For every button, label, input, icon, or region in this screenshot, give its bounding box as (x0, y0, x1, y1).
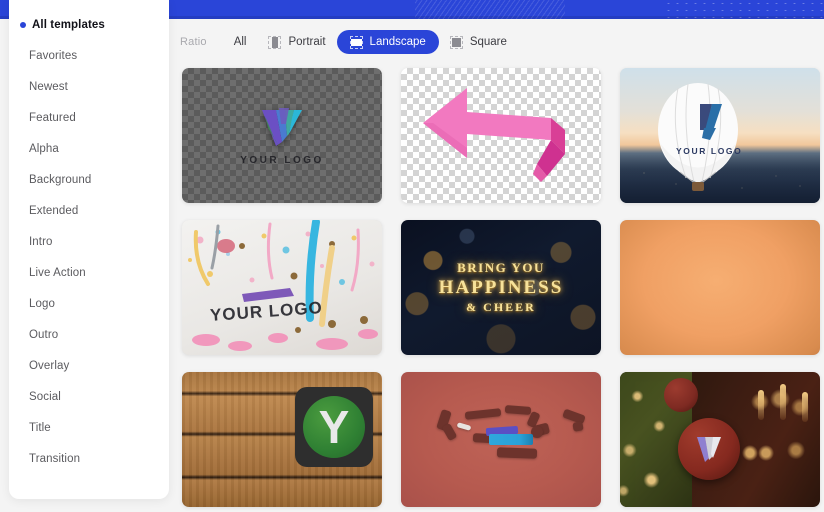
sidebar-item-label: Featured (29, 111, 76, 124)
sidebar-item-live-action[interactable]: Live Action (9, 257, 169, 288)
blue-accent-bar (489, 434, 533, 445)
pink-arrow-icon (419, 82, 579, 199)
sidebar-item-label: Title (29, 421, 51, 434)
ornament-small (664, 378, 698, 412)
v-logo-icon (259, 106, 305, 148)
template-card-red-sticks[interactable] (401, 372, 601, 507)
sidebar-item-label: Transition (29, 452, 81, 465)
confetti-decoration (188, 220, 378, 351)
template-grid: YOUR LOGO YOUR LOGO YOUR LOGO BRING YOU … (182, 68, 824, 507)
sidebar-item-label: Logo (29, 297, 55, 310)
template-card-orange-gradient[interactable] (620, 220, 820, 355)
orange-backdrop (620, 220, 820, 355)
sidebar-item-outro[interactable]: Outro (9, 319, 169, 350)
landscape-frame-icon (349, 35, 363, 49)
badge-tile: Y (295, 387, 373, 467)
template-card-confetti[interactable]: YOUR LOGO (182, 220, 382, 355)
active-dot-icon (20, 21, 26, 28)
portrait-frame-icon (268, 35, 282, 49)
sidebar-item-label: All templates (32, 18, 105, 31)
sidebar-item-label: Alpha (29, 142, 59, 155)
sidebar-item-title[interactable]: Title (9, 412, 169, 443)
sidebar-item-favorites[interactable]: Favorites (9, 40, 169, 71)
sidebar-item-label: Outro (29, 328, 59, 341)
ratio-chip-label: Portrait (288, 36, 326, 48)
sidebar-item-label: Extended (29, 204, 79, 217)
scatter-object (496, 447, 538, 459)
template-card-pink-arrow[interactable] (401, 68, 601, 203)
ratio-chip-all[interactable]: All (223, 30, 258, 54)
sidebar-item-label: Background (29, 173, 92, 186)
ornament-main (678, 418, 740, 480)
balloon-illustration (658, 83, 738, 191)
sidebar-item-label: Overlay (29, 359, 70, 372)
card-caption: YOUR LOGO (240, 154, 324, 166)
sidebar-item-alpha[interactable]: Alpha (9, 133, 169, 164)
sidebar-item-intro[interactable]: Intro (9, 226, 169, 257)
card-content: YOUR LOGO (182, 68, 382, 203)
template-card-hot-air-balloon[interactable]: YOUR LOGO (620, 68, 820, 203)
candle-light (802, 392, 808, 422)
candle-light (758, 390, 764, 420)
title-line-1: BRING YOU (457, 260, 545, 275)
sidebar-item-label: Newest (29, 80, 68, 93)
ratio-chip-label: Square (469, 36, 507, 48)
template-card-happiness[interactable]: BRING YOU HAPPINESS & CHEER (401, 220, 601, 355)
ratio-chip-square[interactable]: Square (439, 30, 518, 54)
ratio-filter-bar: Ratio All Portrait Landscape Square (180, 29, 518, 55)
card-caption: YOUR LOGO (676, 146, 743, 156)
template-card-alpha-logo[interactable]: YOUR LOGO (182, 68, 382, 203)
sidebar-item-label: Social (29, 390, 61, 403)
sidebar-item-transition[interactable]: Transition (9, 443, 169, 474)
ratio-chip-label: Landscape (369, 36, 426, 48)
sidebar-item-all-templates[interactable]: All templates (9, 9, 169, 40)
sidebar-item-overlay[interactable]: Overlay (9, 350, 169, 381)
candle-light (780, 384, 786, 420)
ratio-filter-label: Ratio (180, 36, 207, 48)
sidebar-item-social[interactable]: Social (9, 381, 169, 412)
template-card-christmas[interactable] (620, 372, 820, 507)
card-caption: Y (318, 401, 350, 453)
scatter-object (504, 405, 532, 415)
sidebar-item-newest[interactable]: Newest (9, 71, 169, 102)
sidebar-item-label: Live Action (29, 266, 86, 279)
ratio-chip-label: All (233, 36, 247, 48)
sidebar-item-label: Favorites (29, 49, 78, 62)
ratio-chip-landscape[interactable]: Landscape (336, 30, 439, 54)
sidebar-item-label: Intro (29, 235, 53, 248)
square-frame-icon (449, 35, 463, 49)
template-card-wood-badge[interactable]: Y (182, 372, 382, 507)
v-logo-icon (692, 432, 726, 466)
category-sidebar: All templates Favorites Newest Featured … (9, 0, 169, 499)
sidebar-item-featured[interactable]: Featured (9, 102, 169, 133)
title-line-3: & CHEER (466, 300, 536, 314)
ratio-chip-portrait[interactable]: Portrait (257, 30, 336, 54)
green-circle-icon: Y (303, 396, 365, 458)
title-line-2: HAPPINESS (438, 277, 564, 298)
sidebar-item-extended[interactable]: Extended (9, 195, 169, 226)
sidebar-item-background[interactable]: Background (9, 164, 169, 195)
card-title-block: BRING YOU HAPPINESS & CHEER (401, 220, 601, 355)
sidebar-item-logo[interactable]: Logo (9, 288, 169, 319)
template-browser-screen: All templates Favorites Newest Featured … (0, 0, 824, 512)
